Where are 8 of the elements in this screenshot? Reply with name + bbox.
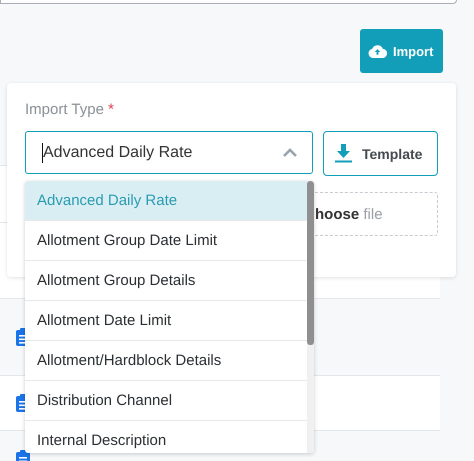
dropzone-text: hoose file xyxy=(315,206,383,222)
field-label: Import Type * xyxy=(25,101,114,118)
upload-icon xyxy=(368,44,387,58)
scrollbar-thumb[interactable] xyxy=(307,181,314,345)
template-button[interactable]: Template xyxy=(323,131,438,176)
select-field[interactable]: Advanced Daily Rate xyxy=(25,131,313,174)
download-icon xyxy=(335,144,352,163)
chevron-up-icon xyxy=(282,148,298,158)
